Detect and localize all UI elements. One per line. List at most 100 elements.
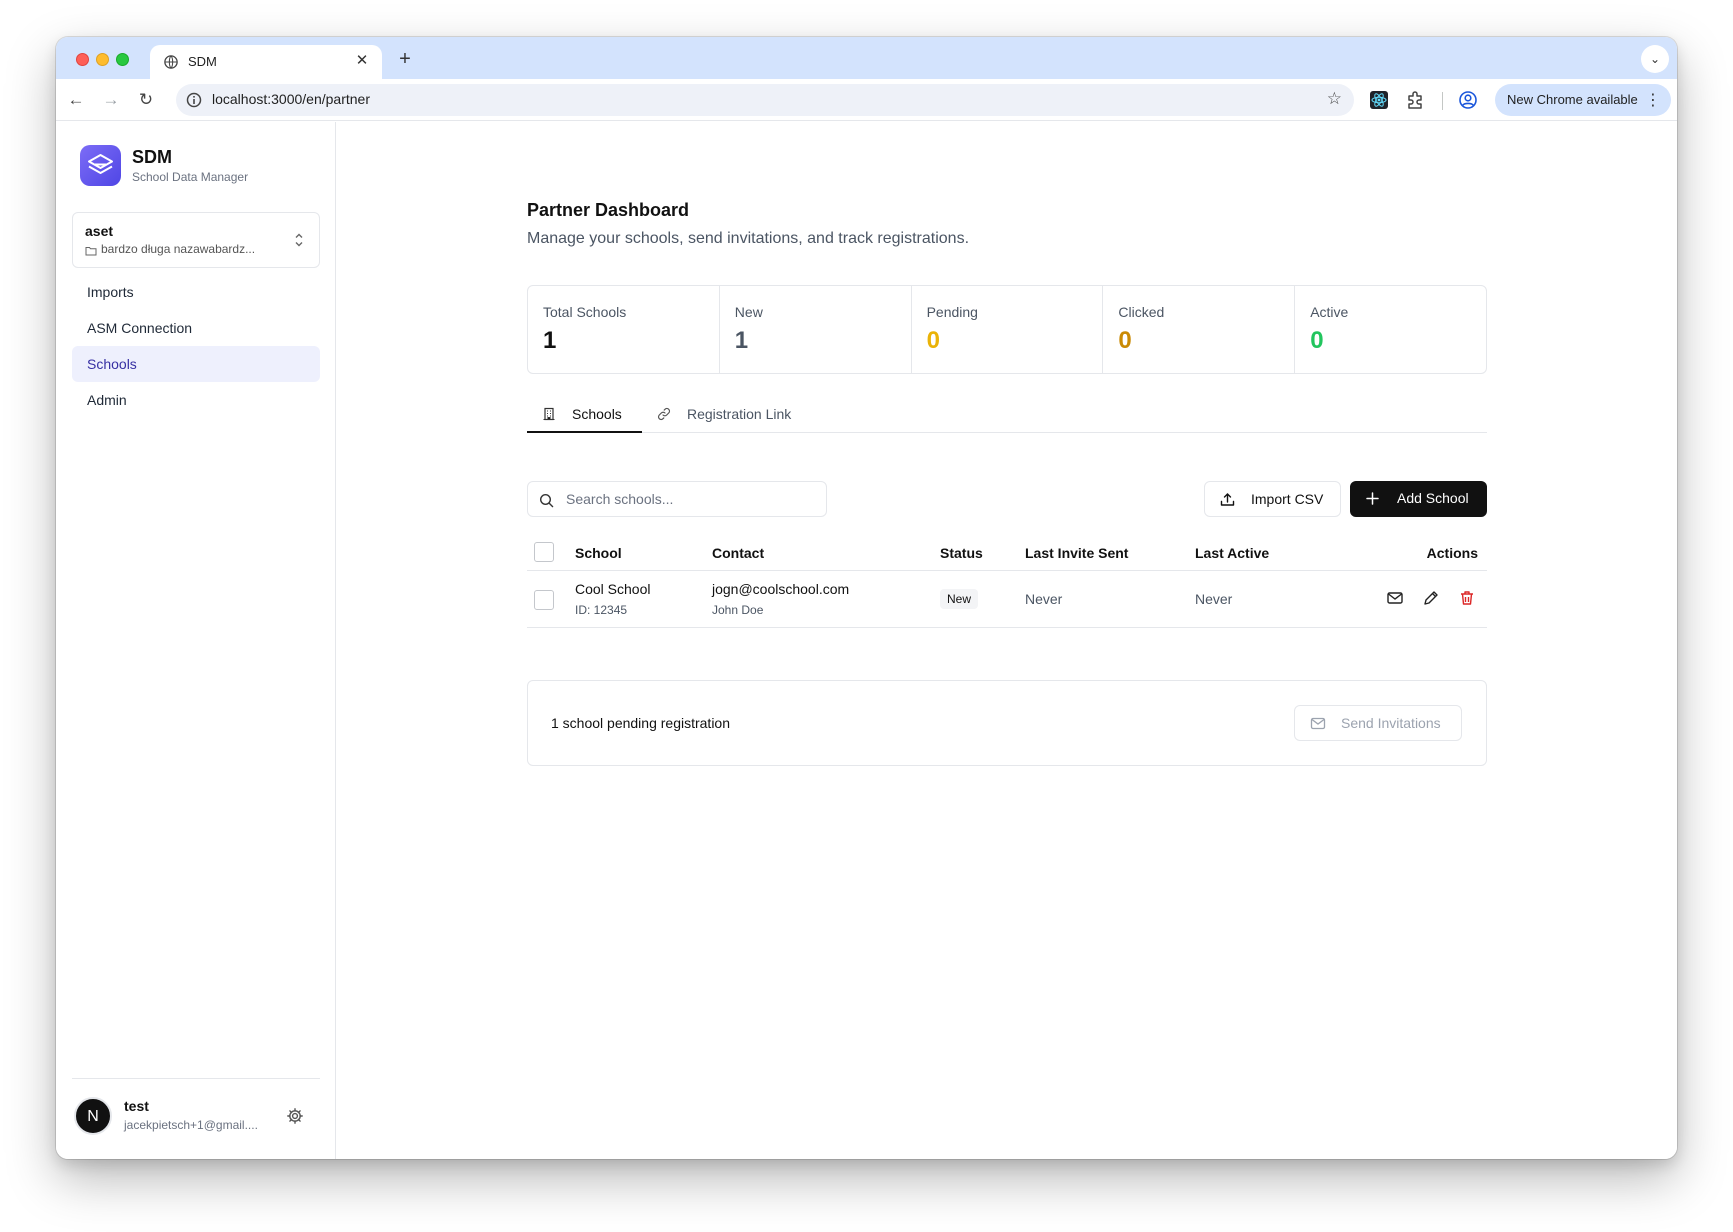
back-icon[interactable]: ←	[64, 88, 88, 112]
school-name: Cool School	[575, 581, 651, 597]
brand-subtitle: School Data Manager	[132, 170, 249, 184]
chevrons-up-down-icon	[295, 233, 303, 247]
select-all-checkbox[interactable]	[534, 542, 554, 562]
tab-registration-link[interactable]: Registration Link	[642, 397, 807, 433]
brand-name: SDM	[132, 147, 172, 167]
column-header-status[interactable]: Status	[940, 545, 983, 561]
mail-icon	[1310, 717, 1326, 730]
forward-icon[interactable]: →	[99, 88, 123, 112]
chrome-update-button[interactable]: New Chrome available ⋮	[1495, 84, 1671, 116]
maximize-window-button[interactable]	[116, 53, 129, 66]
stats-panel: Total Schools 1 New 1 Pending 0 Clicked …	[527, 285, 1487, 374]
status-badge: New	[940, 589, 979, 609]
globe-icon	[164, 55, 178, 69]
browser-tab[interactable]: SDM ✕	[150, 45, 382, 79]
close-window-button[interactable]	[76, 53, 89, 66]
stat-value: 0	[1118, 327, 1132, 354]
stat-label: Pending	[926, 304, 978, 320]
pending-summary: 1 school pending registration	[551, 715, 731, 731]
stat-value: 1	[543, 327, 557, 354]
table-row[interactable]: Cool School ID: 12345 jogn@coolschool.co…	[527, 571, 1487, 628]
tab-label: Registration Link	[687, 406, 792, 422]
react-devtools-icon[interactable]	[1369, 90, 1389, 110]
stat-new: New 1	[720, 286, 912, 373]
sidebar-item-label: Admin	[87, 392, 127, 408]
link-icon	[657, 407, 671, 421]
tab-title: SDM	[188, 54, 217, 69]
upload-icon	[1220, 493, 1235, 506]
sidebar-item-label: Schools	[87, 356, 137, 372]
search-box	[527, 481, 827, 517]
import-csv-button[interactable]: Import CSV	[1204, 481, 1341, 517]
profile-icon[interactable]	[1458, 90, 1478, 110]
stat-active: Active 0	[1295, 286, 1486, 373]
sidebar-item-admin[interactable]: Admin	[72, 382, 320, 418]
search-input[interactable]	[566, 482, 816, 516]
stat-label: New	[734, 304, 763, 320]
url-text: localhost:3000/en/partner	[212, 91, 370, 107]
page-title: Partner Dashboard	[527, 200, 690, 220]
main-content: Partner Dashboard Manage your schools, s…	[337, 122, 1677, 1159]
pending-registration-card: 1 school pending registration Send Invit…	[527, 680, 1487, 766]
page-subtitle: Manage your schools, send invitations, a…	[527, 230, 970, 247]
mail-icon[interactable]	[1386, 589, 1404, 607]
folder-icon	[85, 247, 97, 256]
org-switcher[interactable]: aset bardzo długa nazawabardz...	[72, 212, 320, 268]
stat-total-schools: Total Schools 1	[528, 286, 720, 373]
column-header-contact[interactable]: Contact	[712, 545, 764, 561]
sidebar-item-schools[interactable]: Schools	[72, 346, 320, 382]
contact-name: John Doe	[712, 603, 764, 617]
bookmark-star-icon[interactable]: ☆	[1327, 89, 1342, 109]
user-name: test	[124, 1098, 149, 1114]
import-csv-label: Import CSV	[1251, 491, 1324, 507]
stat-label: Total Schools	[543, 304, 627, 320]
last-active: Never	[1195, 591, 1233, 607]
stat-label: Clicked	[1118, 304, 1165, 320]
add-school-button[interactable]: Add School	[1350, 481, 1487, 517]
extensions-icon[interactable]	[1405, 90, 1425, 110]
update-label: New Chrome available	[1507, 92, 1638, 107]
site-info-icon[interactable]	[186, 92, 202, 108]
contact-email: jogn@coolschool.com	[712, 581, 850, 597]
tab-schools[interactable]: Schools	[527, 397, 642, 433]
gear-icon[interactable]	[286, 1107, 304, 1125]
sdm-logo-icon	[80, 145, 121, 186]
stat-label: Active	[1310, 304, 1349, 320]
browser-toolbar: ← → ↻ localhost:3000/en/partner ☆ New Ch…	[56, 79, 1677, 121]
edit-pencil-icon[interactable]	[1422, 589, 1440, 607]
stat-value: 1	[734, 327, 749, 354]
stat-pending: Pending 0	[912, 286, 1104, 373]
school-id: ID: 12345	[575, 603, 628, 617]
reload-icon[interactable]: ↻	[134, 88, 158, 112]
sidebar-item-asm-connection[interactable]: ASM Connection	[72, 310, 320, 346]
tab-close-icon[interactable]: ✕	[352, 51, 372, 71]
sidebar-item-imports[interactable]: Imports	[72, 274, 320, 310]
sidebar-item-label: Imports	[87, 284, 134, 300]
row-checkbox[interactable]	[534, 590, 554, 610]
org-path: bardzo długa nazawabardz...	[101, 242, 256, 256]
tab-search-icon[interactable]: ⌄	[1641, 45, 1669, 73]
tab-strip: SDM ✕ + ⌄	[56, 37, 1677, 79]
stat-clicked: Clicked 0	[1103, 286, 1296, 373]
stat-value: 0	[926, 327, 940, 354]
trash-icon[interactable]	[1458, 589, 1476, 607]
tab-label: Schools	[572, 406, 622, 422]
address-bar[interactable]: localhost:3000/en/partner ☆	[176, 84, 1354, 116]
sidebar: SDM School Data Manager aset bardzo dług…	[56, 122, 336, 1159]
building-icon	[543, 407, 555, 421]
plus-icon	[1366, 492, 1379, 505]
more-menu-icon[interactable]: ⋮	[1645, 90, 1661, 110]
avatar[interactable]: N	[74, 1097, 112, 1135]
column-header-last-invite[interactable]: Last Invite Sent	[1025, 545, 1128, 561]
stat-value: 0	[1310, 327, 1324, 354]
send-invitations-label: Send Invitations	[1341, 715, 1441, 731]
column-header-actions: Actions	[1426, 545, 1478, 561]
column-header-school[interactable]: School	[575, 545, 622, 561]
send-invitations-button[interactable]: Send Invitations	[1294, 705, 1462, 741]
minimize-window-button[interactable]	[96, 53, 109, 66]
org-name: aset	[85, 223, 114, 239]
search-icon	[539, 493, 554, 508]
new-tab-button[interactable]: +	[392, 46, 418, 72]
column-header-last-active[interactable]: Last Active	[1195, 545, 1269, 561]
browser-window: SDM ✕ + ⌄ ← → ↻ localhost:3000/en/partne…	[56, 37, 1677, 1159]
